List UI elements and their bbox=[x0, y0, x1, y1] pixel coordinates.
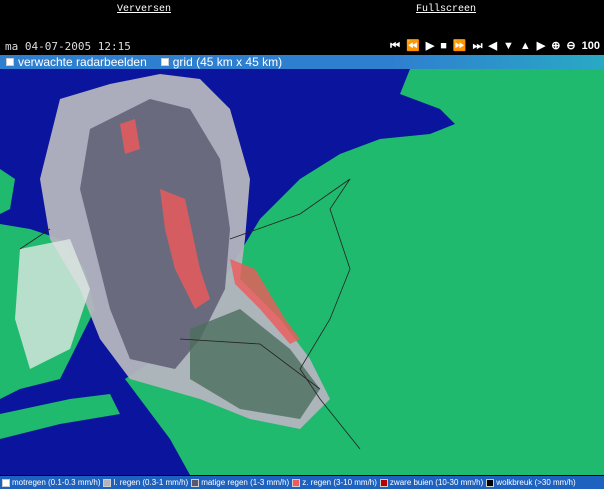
pan-down-button[interactable]: ▼ bbox=[503, 39, 514, 53]
grid-label: grid (45 km x 45 km) bbox=[172, 55, 283, 69]
refresh-link[interactable]: Verversen bbox=[117, 4, 171, 15]
legend-label: matige regen (1-3 mm/h) bbox=[201, 478, 290, 487]
legend-item: l. regen (0.3-1 mm/h) bbox=[103, 478, 188, 487]
rewind-button[interactable]: ⏪ bbox=[406, 39, 420, 53]
play-button[interactable]: ▶ bbox=[426, 39, 434, 53]
legend-item: matige regen (1-3 mm/h) bbox=[191, 478, 289, 487]
legend-item: wolkbreuk (>30 mm/h) bbox=[486, 478, 576, 487]
legend-item: z. regen (3-10 mm/h) bbox=[292, 478, 377, 487]
swatch bbox=[191, 478, 200, 487]
legend-label: z. regen (3-10 mm/h) bbox=[302, 478, 377, 487]
swatch bbox=[103, 478, 112, 487]
fullscreen-link[interactable]: Fullscreen bbox=[416, 4, 476, 15]
swatch bbox=[379, 478, 388, 487]
checkbox[interactable] bbox=[160, 58, 169, 66]
first-frame-button[interactable]: ⏮ bbox=[390, 39, 400, 53]
pan-left-button[interactable]: ◀ bbox=[488, 39, 496, 53]
zoom-level: 100 bbox=[581, 40, 600, 52]
legend-label: wolkbreuk (>30 mm/h) bbox=[496, 478, 576, 487]
fast-forward-button[interactable]: ⏩ bbox=[453, 39, 467, 53]
swatch bbox=[486, 478, 495, 487]
datetime: ma 04-07-2005 12:15 bbox=[5, 40, 131, 53]
pan-up-button[interactable]: ▲ bbox=[520, 39, 531, 53]
legend-label: l. regen (0.3-1 mm/h) bbox=[113, 478, 189, 487]
legend-item: zware buien (10-30 mm/h) bbox=[379, 478, 484, 487]
forecast-label: verwachte radarbeelden bbox=[18, 55, 147, 69]
legend: motregen (0.1-0.3 mm/h) l. regen (0.3-1 … bbox=[0, 476, 604, 489]
swatch bbox=[292, 478, 301, 487]
legend-label: zware buien (10-30 mm/h) bbox=[389, 478, 484, 487]
radar-map[interactable] bbox=[0, 69, 604, 475]
zoom-out-button[interactable]: ⊖ bbox=[566, 39, 575, 53]
last-frame-button[interactable]: ⏭ bbox=[473, 39, 483, 53]
stop-button[interactable]: ■ bbox=[440, 39, 447, 53]
checkbox[interactable] bbox=[6, 58, 14, 66]
playback-controls: ⏮ ⏪ ▶ ■ ⏩ ⏭ ◀ ▼ ▲ ▶ ⊕ ⊖ 100 bbox=[390, 39, 600, 53]
pan-right-button[interactable]: ▶ bbox=[537, 39, 545, 53]
zoom-in-button[interactable]: ⊕ bbox=[551, 39, 560, 53]
legend-label: motregen (0.1-0.3 mm/h) bbox=[12, 478, 101, 487]
grid-toggle[interactable]: grid (45 km x 45 km) bbox=[160, 55, 283, 69]
legend-item: motregen (0.1-0.3 mm/h) bbox=[2, 478, 100, 487]
forecast-toggle[interactable]: verwachte radarbeelden bbox=[6, 55, 147, 69]
options-bar: verwachte radarbeelden grid (45 km x 45 … bbox=[0, 55, 604, 69]
swatch bbox=[2, 478, 10, 487]
